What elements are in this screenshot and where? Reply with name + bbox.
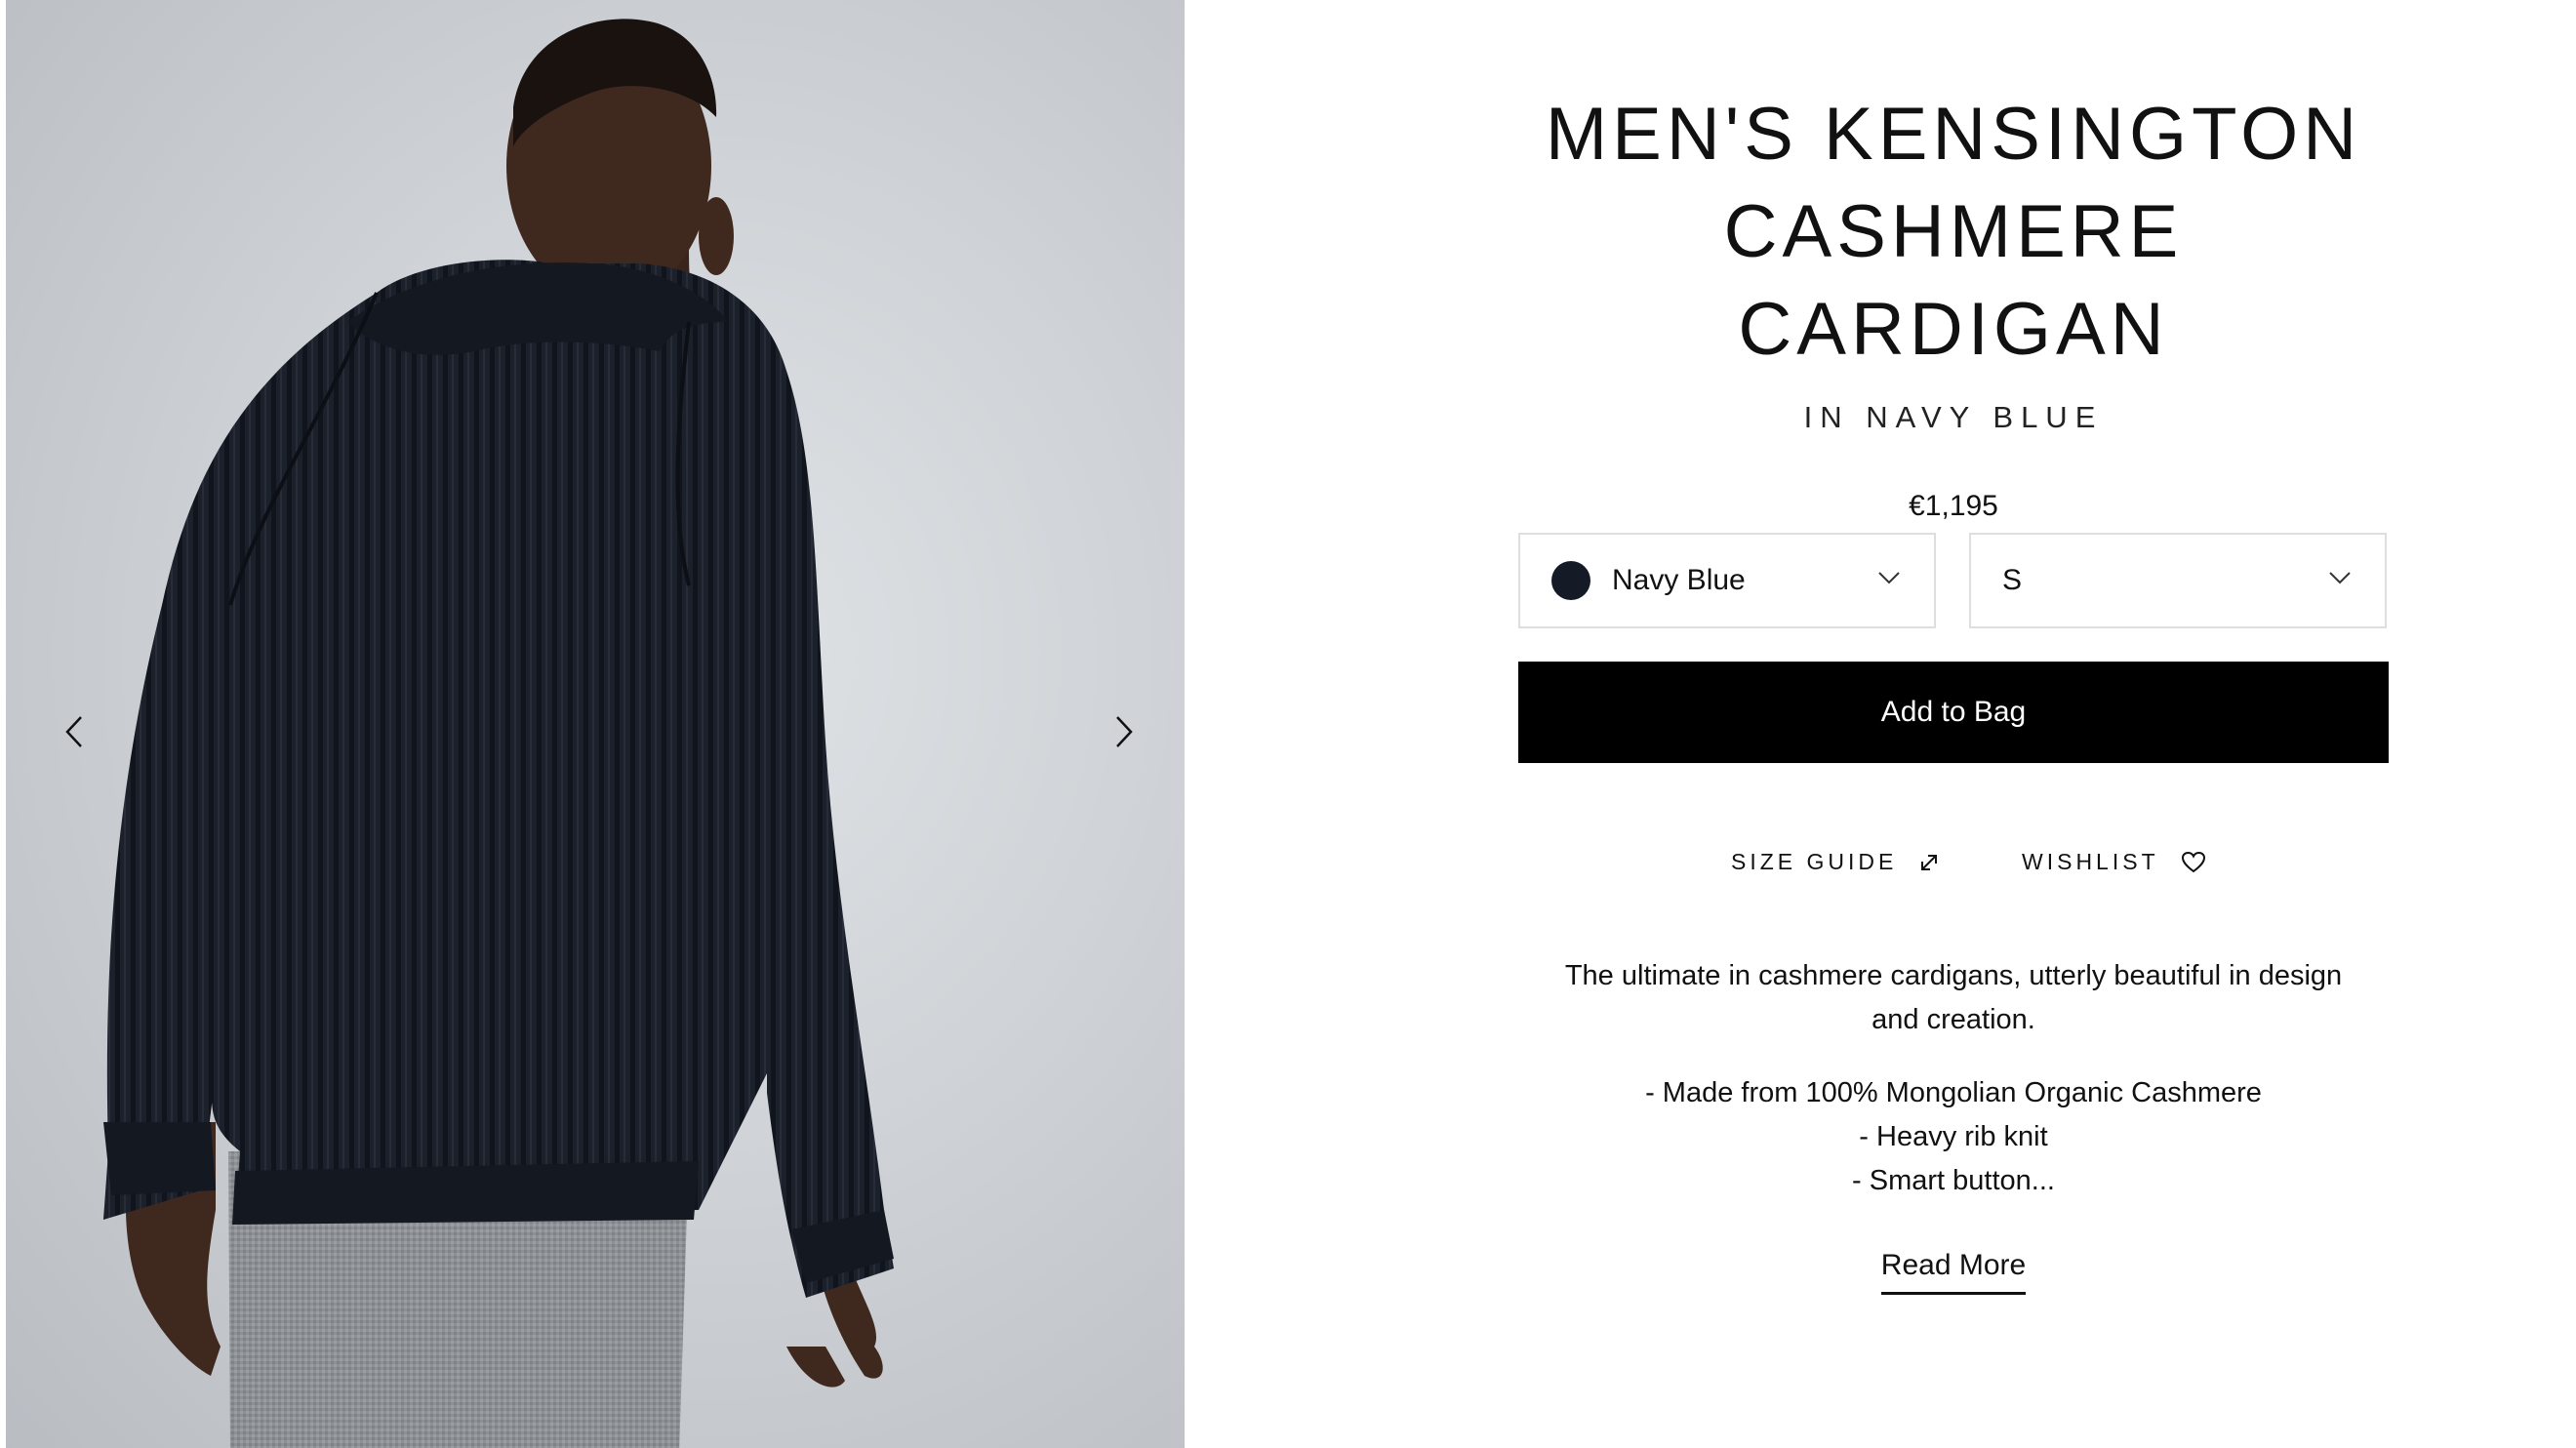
product-price: €1,195 [1909,490,1998,522]
feature-item: - Smart button... [1852,1165,2055,1196]
expand-arrow-icon [1918,852,1940,873]
chevron-right-icon [1116,716,1133,747]
wishlist-link[interactable]: WISHLIST [2022,849,2206,875]
gallery-prev-button[interactable] [45,703,103,761]
size-select[interactable]: S [1969,533,2387,628]
product-details-panel: MEN'S KENSINGTON CASHMERE CARDIGAN IN NA… [1518,0,2389,1295]
add-to-bag-button[interactable]: Add to Bag [1518,662,2389,763]
product-features-list: - Made from 100% Mongolian Organic Cashm… [1518,1071,2389,1203]
feature-item: - Heavy rib knit [1859,1121,2048,1152]
product-title-line-2: CASHMERE CARDIGAN [1723,190,2184,371]
product-title-line-1: MEN'S KENSINGTON [1545,93,2362,176]
gallery-next-button[interactable] [1095,703,1153,761]
product-image-gallery[interactable] [6,0,1185,1448]
product-color-subtitle: IN NAVY BLUE [1803,400,2104,434]
size-guide-link[interactable]: SIZE GUIDE [1731,849,1940,875]
product-photo [103,19,894,1448]
feature-item: - Made from 100% Mongolian Organic Cashm… [1645,1077,2262,1108]
size-guide-label: SIZE GUIDE [1731,849,1898,874]
color-select-value: Navy Blue [1612,564,1746,596]
product-page: MEN'S KENSINGTON CASHMERE CARDIGAN IN NA… [0,0,2576,1448]
read-more-link[interactable]: Read More [1880,1249,2027,1295]
size-select-value: S [2002,564,2023,596]
read-more-container: Read More [1518,1249,2389,1295]
heart-icon [2181,851,2206,874]
color-select[interactable]: Navy Blue [1518,533,1936,628]
chevron-down-icon [2329,572,2351,584]
product-links: SIZE GUIDE WISHLIST [1518,849,2389,888]
chevron-down-icon [1878,572,1900,584]
variant-selectors: Navy Blue S [1518,533,2389,630]
product-title: MEN'S KENSINGTON CASHMERE CARDIGAN [1518,86,2389,379]
chevron-left-icon [65,716,82,747]
product-description: The ultimate in cashmere cardigans, utte… [1564,960,2343,1035]
wishlist-label: WISHLIST [2022,849,2159,874]
color-swatch [1551,561,1590,600]
